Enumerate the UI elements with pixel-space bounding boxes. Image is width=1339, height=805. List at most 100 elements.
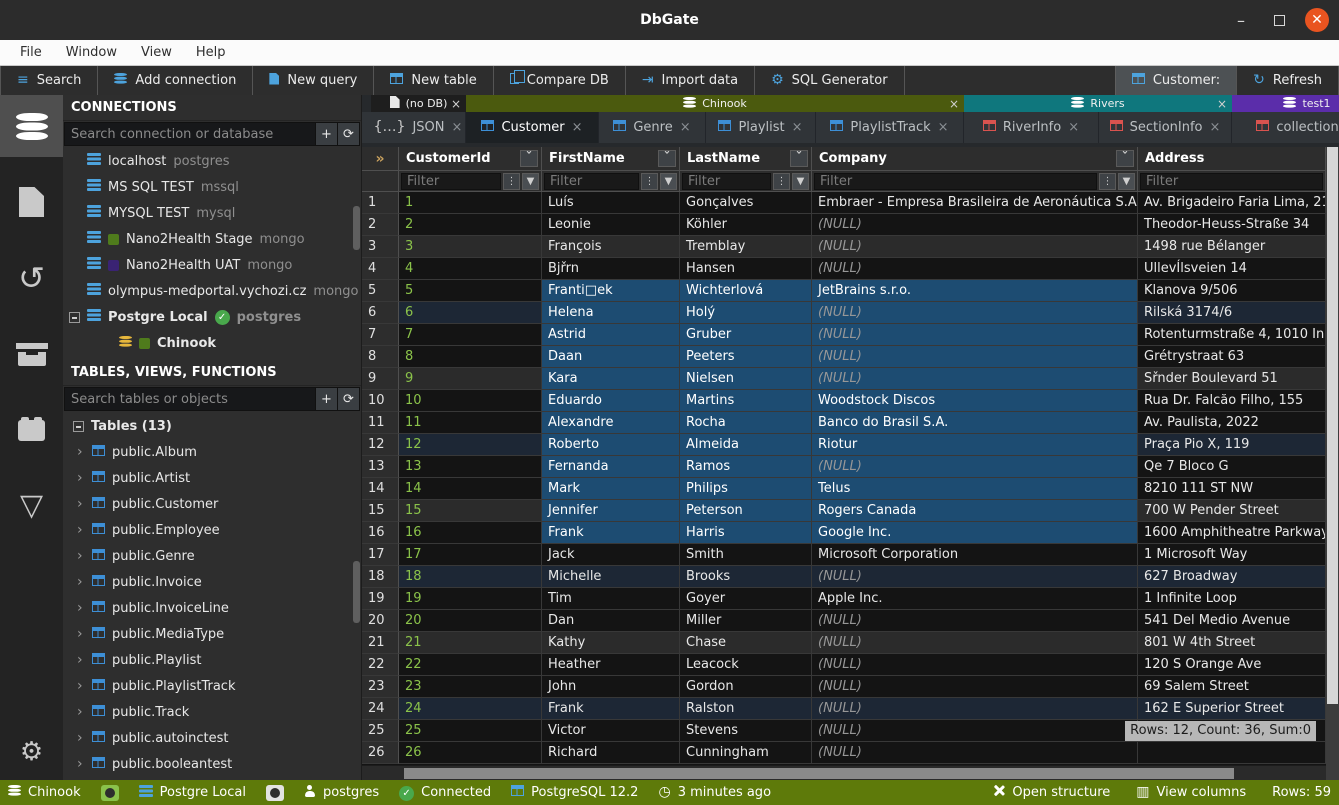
tables-refresh-button[interactable]: ⟳ [338,387,360,411]
maximize-button[interactable] [1267,8,1291,32]
cell-lastname[interactable]: Goyer [680,588,812,610]
tab-sectioninfo[interactable]: SectionInfo× [1099,112,1232,143]
cell-lastname[interactable]: Stevens [680,720,812,742]
cell-customerid[interactable]: 6 [399,302,542,324]
cell-address[interactable]: 1 Microsoft Way [1138,544,1326,566]
sql-generator-button[interactable]: ⚙SQL Generator [755,66,904,95]
column-dropdown-icon[interactable]: ˇ [1116,150,1134,167]
row-number-cell[interactable]: 10 [362,390,399,412]
status-postgre-local[interactable]: Postgre Local [139,785,246,801]
row-number-cell[interactable]: 24 [362,698,399,720]
status-connected[interactable]: ✓Connected [399,785,491,801]
row-number-cell[interactable]: 13 [362,456,399,478]
row-number-cell[interactable]: 20 [362,610,399,632]
cell-customerid[interactable]: 25 [399,720,542,742]
chevron-right-icon[interactable]: › [77,730,85,746]
chevron-right-icon[interactable]: › [77,444,85,460]
cell-firstname[interactable]: Helena [542,302,680,324]
tab-close-icon[interactable]: × [680,120,691,135]
row-number-cell[interactable]: 26 [362,742,399,764]
cell-address[interactable]: 1498 rue Bélanger [1138,236,1326,258]
status-view-columns[interactable]: ▥View columns [1136,785,1246,800]
chevron-right-icon[interactable]: › [77,496,85,512]
cell-company[interactable]: (NULL) [812,346,1138,368]
table-item[interactable]: ›public.autoinctest [63,725,361,751]
cell-lastname[interactable]: Gordon [680,676,812,698]
activity-connections[interactable] [0,95,63,157]
tab-group-close-icon[interactable]: × [949,97,959,111]
tab-json[interactable]: {…}JSON× [371,112,466,143]
cell-address[interactable]: Qe 7 Bloco G [1138,456,1326,478]
tab-group-chinook[interactable]: Chinook× [466,95,964,112]
cell-lastname[interactable]: Smith [680,544,812,566]
cell-customerid[interactable]: 12 [399,434,542,456]
cell-lastname[interactable]: Philips [680,478,812,500]
cell-lastname[interactable]: Ralston [680,698,812,720]
tables-scrollbar-thumb[interactable] [353,561,360,623]
cell-customerid[interactable]: 19 [399,588,542,610]
cell-address[interactable]: 627 Broadway [1138,566,1326,588]
cell-customerid[interactable]: 4 [399,258,542,280]
tab-playlist[interactable]: Playlist× [706,112,816,143]
chevron-right-icon[interactable]: › [77,678,85,694]
row-number-cell[interactable]: 3 [362,236,399,258]
cell-address[interactable]: 8210 111 ST NW [1138,478,1326,500]
chevron-right-icon[interactable]: › [77,600,85,616]
cell-address[interactable]: Rilská 3174/6 [1138,302,1326,324]
cell-company[interactable]: (NULL) [812,720,1138,742]
cell-customerid[interactable]: 22 [399,654,542,676]
cell-firstname[interactable]: John [542,676,680,698]
cell-firstname[interactable]: Dan [542,610,680,632]
tab-collection[interactable]: collection× [1232,112,1339,143]
cell-firstname[interactable]: Victor [542,720,680,742]
tab-playlisttrack[interactable]: PlaylistTrack× [816,112,964,143]
tables-search-input[interactable]: Search tables or objects [64,387,316,411]
chevron-right-icon[interactable]: › [77,704,85,720]
cell-address[interactable]: 541 Del Medio Avenue [1138,610,1326,632]
cell-address[interactable]: 162 E Superior Street [1138,698,1326,720]
row-number-cell[interactable]: 21 [362,632,399,654]
filter-funnel-icon[interactable]: ▼ [792,173,809,190]
row-number-cell[interactable]: 17 [362,544,399,566]
cell-address[interactable]: Av. Brigadeiro Faria Lima, 2170 [1138,192,1326,214]
cell-firstname[interactable]: Leonie [542,214,680,236]
cell-customerid[interactable]: 16 [399,522,542,544]
row-number-cell[interactable]: 8 [362,346,399,368]
cell-firstname[interactable]: Michelle [542,566,680,588]
table-item[interactable]: ›public.Invoice [63,569,361,595]
row-number-cell[interactable]: 23 [362,676,399,698]
cell-lastname[interactable]: Rocha [680,412,812,434]
status-postgresql-12-2[interactable]: PostgreSQL 12.2 [511,785,638,800]
cell-company[interactable]: Rogers Canada [812,500,1138,522]
cell-customerid[interactable]: 23 [399,676,542,698]
row-number-cell[interactable]: 12 [362,434,399,456]
tab-group-rivers[interactable]: Rivers× [964,95,1232,112]
row-number-cell[interactable]: 15 [362,500,399,522]
column-header-company[interactable]: Companyˇ [812,147,1138,171]
filter-input[interactable]: Filter [1140,173,1323,190]
table-item[interactable]: ›public.Album [63,439,361,465]
cell-company[interactable]: (NULL) [812,654,1138,676]
chevron-right-icon[interactable]: › [77,574,85,590]
cell-customerid[interactable]: 17 [399,544,542,566]
cell-address[interactable]: Av. Paulista, 2022 [1138,412,1326,434]
new-query-button[interactable]: New query [253,66,374,95]
new-table-button[interactable]: New table [374,66,493,95]
close-button[interactable]: ✕ [1305,8,1329,32]
cell-customerid[interactable]: 10 [399,390,542,412]
cell-firstname[interactable]: Luís [542,192,680,214]
row-number-cell[interactable]: 4 [362,258,399,280]
cell-firstname[interactable]: Roberto [542,434,680,456]
cell-company[interactable]: (NULL) [812,676,1138,698]
status-3-minutes-ago[interactable]: ◷3 minutes ago [658,785,771,800]
tab-riverinfo[interactable]: RiverInfo× [964,112,1099,143]
table-item[interactable]: ›public.Customer [63,491,361,517]
cell-company[interactable]: (NULL) [812,632,1138,654]
cell-company[interactable]: (NULL) [812,258,1138,280]
row-number-cell[interactable]: 2 [362,214,399,236]
cell-company[interactable]: Microsoft Corporation [812,544,1138,566]
cell-firstname[interactable]: Bjřrn [542,258,680,280]
status-chinook[interactable]: Chinook [8,785,81,800]
cell-address[interactable]: Sřnder Boulevard 51 [1138,368,1326,390]
filter-funnel-icon[interactable]: ▼ [1118,173,1135,190]
